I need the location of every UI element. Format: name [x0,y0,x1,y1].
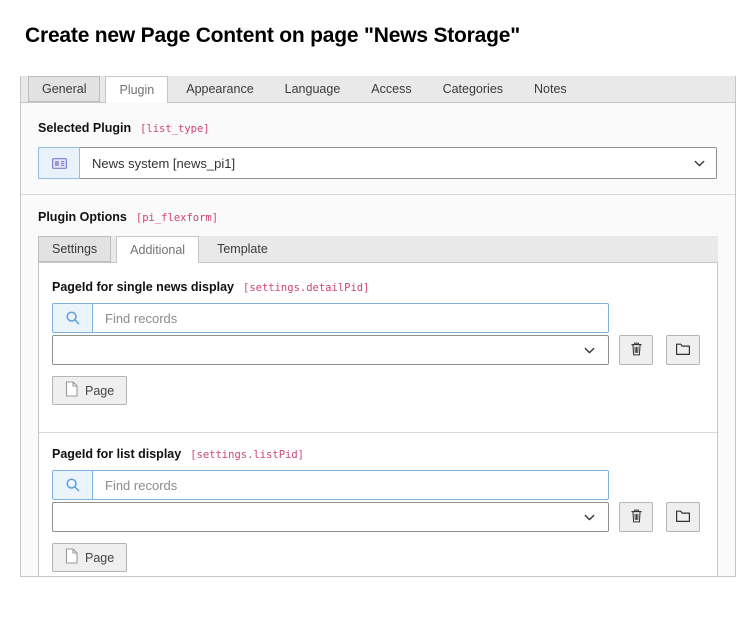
tab-access[interactable]: Access [358,76,424,102]
tab-template[interactable]: Template [204,236,281,262]
tab-notes[interactable]: Notes [521,76,580,102]
delete-record-button[interactable] [619,335,653,365]
selected-plugin-select[interactable]: News system [news_pi1] [38,147,717,179]
tab-categories[interactable]: Categories [430,76,516,102]
tab-plugin[interactable]: Plugin [105,76,168,103]
newspaper-plugin-icon [38,147,80,179]
selected-plugin-section: Selected Plugin [list_type] News system [21,103,735,179]
list-pid-search-group [52,470,609,500]
tab-language[interactable]: Language [272,76,354,102]
main-tabbar: General Plugin Appearance Language Acces… [21,76,735,103]
trash-icon [629,508,644,527]
search-icon [53,304,93,332]
plugin-options-section: Plugin Options [pi_flexform] Settings Ad… [21,195,735,577]
browse-records-button[interactable] [666,335,700,365]
list-pid-code: [settings.listPid] [190,449,304,461]
page-button[interactable]: Page [52,543,127,572]
browse-records-button[interactable] [666,502,700,532]
page-button-label: Page [85,384,114,398]
folder-icon [675,342,691,359]
chevron-down-icon [570,343,608,358]
plugin-options-label: Plugin Options [38,210,127,224]
page-button[interactable]: Page [52,376,127,405]
delete-record-button[interactable] [619,502,653,532]
create-content-page: Create new Page Content on page "News St… [0,0,753,640]
detail-pid-code: [settings.detailPid] [243,282,369,294]
plugin-tab-content: Selected Plugin [list_type] News system [21,103,735,577]
field-detail-pid: PageId for single news display [settings… [39,263,717,432]
field-list-pid: PageId for list display [settings.listPi… [39,433,717,577]
tab-appearance[interactable]: Appearance [173,76,266,102]
tab-settings[interactable]: Settings [38,236,111,262]
list-pid-label: PageId for list display [52,447,181,461]
page-title: Create new Page Content on page "News St… [25,24,520,48]
page-icon [65,381,78,400]
page-button-label: Page [85,551,114,565]
detail-pid-search-group [52,303,609,333]
plugin-options-code: [pi_flexform] [136,212,218,224]
page-icon [65,548,78,567]
tab-general[interactable]: General [28,76,100,102]
additional-tab-content: PageId for single news display [settings… [38,263,718,577]
selected-plugin-label: Selected Plugin [38,121,131,135]
detail-pid-select[interactable] [52,335,609,365]
detail-pid-search-input[interactable] [93,304,608,332]
search-icon [53,471,93,499]
trash-icon [629,341,644,360]
form-panel: General Plugin Appearance Language Acces… [20,76,736,577]
selected-plugin-code: [list_type] [140,123,210,135]
chevron-down-icon [682,148,716,178]
list-pid-select[interactable] [52,502,609,532]
selected-plugin-value: News system [news_pi1] [79,148,682,178]
chevron-down-icon [570,510,608,525]
detail-pid-label: PageId for single news display [52,280,234,294]
flexform-tabbar: Settings Additional Template [38,236,718,263]
tab-additional[interactable]: Additional [116,236,199,263]
list-pid-search-input[interactable] [93,471,608,499]
folder-icon [675,509,691,526]
